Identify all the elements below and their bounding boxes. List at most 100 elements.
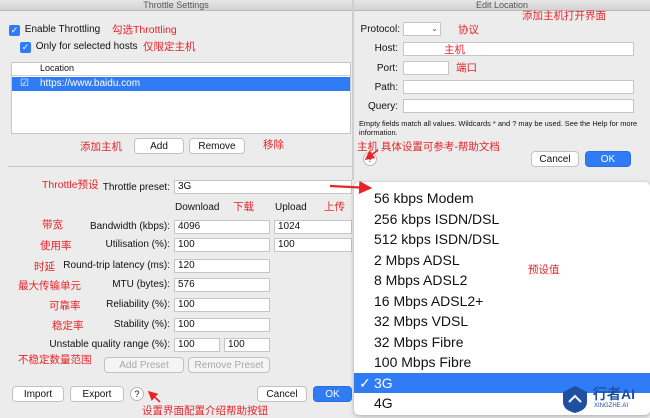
location-header-label: Location — [40, 63, 75, 73]
annotation-port: 端口 — [456, 62, 477, 74]
preset-option-label: 4G — [374, 395, 393, 411]
checkmark-icon: ✓ — [359, 374, 371, 391]
annotation-enable: 勾选Throttling — [112, 24, 177, 36]
annotation-reliability: 可靠率 — [49, 300, 81, 312]
row-checkbox-icon[interactable]: ☑ — [20, 78, 29, 89]
table-row[interactable]: ☑ https://www.baidu.com — [12, 77, 350, 91]
annotation-mtu: 最大传输单元 — [18, 280, 81, 292]
annotation-open-add-host: 添加主机打开界面 — [522, 10, 606, 22]
location-column-header: Location — [12, 63, 350, 76]
annotation-protocol: 协议 — [458, 24, 479, 36]
bandwidth-upload-input[interactable]: 1024 — [274, 220, 352, 234]
upload-header: Upload — [275, 202, 307, 213]
divider — [8, 166, 352, 167]
annotation-add-host: 添加主机 — [80, 141, 122, 153]
ok-button[interactable]: OK — [585, 151, 631, 167]
preset-option-label: 512 kbps ISDN/DSL — [374, 231, 500, 247]
latency-input[interactable]: 120 — [174, 259, 270, 273]
preset-option[interactable]: 56 kbps Modem — [354, 188, 650, 209]
query-input[interactable] — [403, 99, 634, 113]
preset-option[interactable]: 256 kbps ISDN/DSL — [354, 209, 650, 230]
unstable-min-input[interactable]: 100 — [174, 338, 220, 352]
host-input[interactable] — [403, 42, 634, 56]
ok-button[interactable]: OK — [313, 386, 352, 402]
annotation-stability: 稳定率 — [52, 320, 84, 332]
preset-option[interactable]: 512 kbps ISDN/DSL — [354, 229, 650, 250]
import-button[interactable]: Import — [12, 386, 64, 402]
preset-option-label: 56 kbps Modem — [374, 190, 474, 206]
host-label: Host: — [374, 43, 398, 54]
remove-preset-button[interactable]: Remove Preset — [188, 357, 270, 373]
protocol-select[interactable]: ⌄ — [403, 22, 441, 36]
preset-option-label: 16 Mbps ADSL2+ — [374, 292, 484, 309]
remove-host-button[interactable]: Remove — [189, 138, 245, 154]
checkmark-icon: ✓ — [20, 42, 31, 53]
enable-throttling-checkbox[interactable]: ✓ Enable Throttling — [9, 24, 100, 36]
annotation-help-button: 设置界面配置介绍帮助按钮 — [142, 405, 268, 417]
annotation-host-help: 主机 具体设置可参考-帮助文档 — [357, 141, 500, 153]
export-button[interactable]: Export — [70, 386, 124, 402]
preset-option[interactable]: 100 Mbps Fibre — [354, 352, 650, 373]
brand-name: 行者AI — [593, 386, 635, 402]
mtu-input[interactable]: 576 — [174, 278, 270, 292]
preset-option-label: 32 Mbps VDSL — [374, 313, 469, 329]
add-host-button[interactable]: Add — [134, 138, 184, 154]
location-note: Empty fields match all values. Wildcards… — [359, 119, 638, 137]
utilisation-upload-input[interactable]: 100 — [274, 238, 352, 252]
port-input[interactable] — [403, 61, 449, 75]
query-label: Query: — [367, 101, 398, 112]
host-url: https://www.baidu.com — [40, 78, 141, 89]
hosts-table: Location ☑ https://www.baidu.com — [11, 62, 351, 134]
annotation-unstable: 不稳定数量范围 — [18, 354, 92, 366]
help-button[interactable]: ? — [130, 387, 144, 401]
annotation-preset-values: 预设值 — [528, 264, 560, 276]
preset-option[interactable]: 32 Mbps VDSL — [354, 311, 650, 332]
annotation-bandwidth: 带宽 — [42, 219, 63, 231]
annotation-download: 下载 — [233, 201, 254, 213]
chevron-down-icon: ⌄ — [431, 24, 438, 33]
download-header: Download — [175, 202, 220, 213]
preset-option[interactable]: 2 Mbps ADSL — [354, 250, 650, 271]
annotation-latency: 时延 — [34, 261, 55, 273]
bandwidth-download-input[interactable]: 4096 — [174, 220, 270, 234]
port-label: Port: — [376, 63, 398, 74]
preset-option-label: 2 Mbps ADSL — [374, 251, 460, 268]
unstable-range-label: Unstable quality range (%): — [49, 339, 170, 350]
throttle-preset-select[interactable]: 3G — [174, 180, 352, 194]
preset-option-label: 3G — [374, 374, 393, 391]
add-preset-button[interactable]: Add Preset — [104, 357, 184, 373]
annotation-remove: 移除 — [263, 139, 284, 151]
path-label: Path: — [374, 82, 398, 93]
brand-sub: XINGZHE.AI — [594, 403, 629, 409]
preset-option[interactable]: 16 Mbps ADSL2+ — [354, 291, 650, 312]
reliability-input[interactable]: 100 — [174, 298, 270, 312]
preset-option-label: 8 Mbps ADSL2 — [374, 272, 468, 288]
utilisation-download-input[interactable]: 100 — [174, 238, 270, 252]
annotation-selected-hosts: 仅限定主机 — [143, 41, 196, 53]
latency-label: Round-trip latency (ms): — [63, 260, 170, 271]
watermark-logo: 行者AI XINGZHE.AI — [560, 382, 650, 417]
preset-option[interactable]: 32 Mbps Fibre — [354, 332, 650, 353]
checkmark-icon: ✓ — [9, 25, 20, 36]
unstable-max-input[interactable]: 100 — [224, 338, 270, 352]
preset-dropdown: 56 kbps Modem 256 kbps ISDN/DSL 512 kbps I… — [354, 182, 650, 415]
throttle-window-title: Throttle Settings — [0, 0, 352, 11]
annotation-utilisation: 使用率 — [40, 240, 72, 252]
selected-hosts-label: Only for selected hosts — [35, 41, 138, 52]
annotation-upload: 上传 — [324, 201, 345, 213]
annotation-preset: Throttle预设 — [42, 179, 99, 191]
protocol-label: Protocol: — [360, 24, 400, 35]
stability-input[interactable]: 100 — [174, 318, 270, 332]
path-input[interactable] — [403, 80, 634, 94]
cancel-button[interactable]: Cancel — [531, 151, 579, 167]
selected-hosts-checkbox[interactable]: ✓ Only for selected hosts — [20, 41, 138, 53]
annotation-host: 主机 — [444, 44, 465, 56]
preset-option-label: 256 kbps ISDN/DSL — [374, 210, 500, 227]
cancel-button[interactable]: Cancel — [257, 386, 307, 402]
help-button[interactable]: ? — [363, 152, 377, 166]
preset-option[interactable]: 8 Mbps ADSL2 — [354, 270, 650, 291]
preset-option-label: 32 Mbps Fibre — [374, 333, 464, 350]
preset-option-label: 100 Mbps Fibre — [374, 354, 472, 370]
brand-shield-icon — [563, 386, 587, 413]
enable-throttling-label: Enable Throttling — [24, 24, 101, 35]
